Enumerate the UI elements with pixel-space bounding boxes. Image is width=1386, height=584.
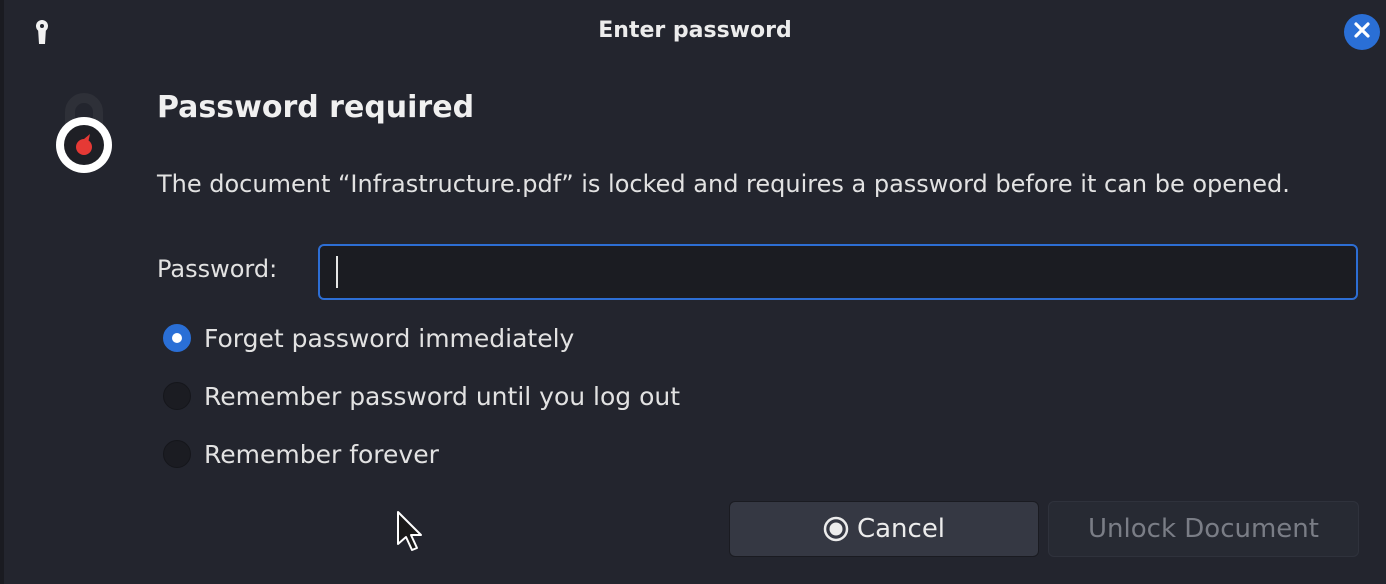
radio-label: Forget password immediately [204,323,575,353]
dialog-message: The document “Infrastructure.pdf” is loc… [157,170,1290,198]
password-field[interactable] [318,244,1358,300]
radio-forget-immediately[interactable]: Forget password immediately [163,320,574,356]
password-label: Password: [157,255,278,283]
window-title: Enter password [598,18,792,43]
radio-label: Remember forever [204,439,439,469]
lock-dialog-icon [44,88,124,180]
radio-button-checked[interactable] [163,324,191,352]
cancel-button[interactable]: Cancel [729,501,1039,557]
text-caret [336,256,338,288]
unlock-button-label: Unlock Document [1088,514,1319,544]
password-dialog-window: Enter password Password required The doc… [0,0,1386,584]
radio-button[interactable] [163,382,191,410]
close-icon [1353,21,1371,43]
radio-remember-forever[interactable]: Remember forever [163,436,439,472]
cancel-button-label: Cancel [856,514,946,544]
dialog-heading: Password required [157,90,475,125]
titlebar[interactable]: Enter password [4,0,1386,64]
mouse-pointer-icon [396,510,424,554]
unlock-document-button[interactable]: Unlock Document [1048,501,1359,557]
radio-label: Remember password until you log out [204,381,681,411]
cancel-icon [823,516,849,542]
close-button[interactable] [1344,14,1380,50]
radio-remember-until-logout[interactable]: Remember password until you log out [163,378,680,414]
desktop-edge [0,0,4,584]
radio-button[interactable] [163,440,191,468]
